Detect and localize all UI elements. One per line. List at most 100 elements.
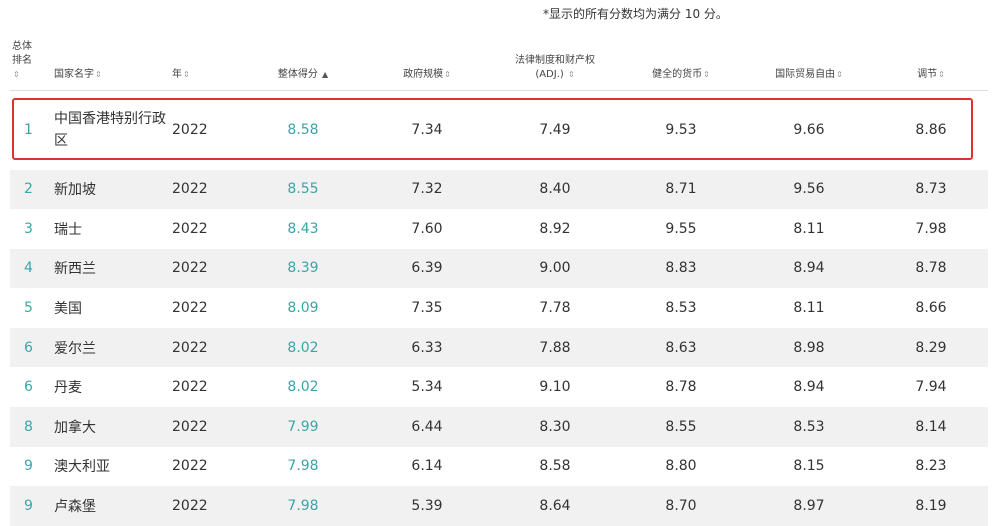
header-trade-freedom[interactable]: 国际贸易自由⇕ — [744, 34, 874, 91]
overall-score-cell: 8.02 — [287, 379, 319, 396]
header-year[interactable]: 年⇕ — [166, 34, 244, 91]
year-cell: 2022 — [166, 169, 244, 210]
year-cell: 2022 — [172, 458, 208, 475]
country-cell: 美国 — [54, 301, 82, 318]
regulation-cell: 8.66 — [915, 300, 947, 317]
legal-system-cell: 7.49 — [539, 122, 571, 138]
header-name[interactable]: 国家名字⇕ — [48, 34, 166, 91]
sound-money-cell: 9.53 — [665, 122, 697, 138]
regulation-cell: 8.14 — [874, 407, 988, 447]
rank-cell: 8 — [10, 407, 48, 447]
trade-freedom-cell: 8.98 — [744, 327, 874, 368]
header-rank[interactable]: 总体 排名 ⇕ — [10, 34, 48, 91]
country-cell: 中国香港特别行政区 — [54, 111, 166, 149]
header-legal-system[interactable]: 法律制度和财产权 (ADJ.) ⇕ — [492, 34, 618, 91]
sort-icon: ⇕ — [567, 69, 575, 79]
header-sound-money[interactable]: 健全的货币⇕ — [618, 34, 744, 91]
sort-icon: ⇕ — [13, 69, 20, 79]
legal-system-cell: 8.58 — [539, 458, 571, 475]
country-cell: 爱尔兰 — [48, 327, 166, 368]
regulation-cell: 8.23 — [915, 458, 947, 475]
table-row[interactable]: 6 丹麦 2022 8.02 5.34 9.10 8.78 8.94 7.94 — [10, 367, 988, 407]
sound-money-cell: 8.53 — [665, 300, 697, 317]
table-row[interactable]: 9 卢森堡 2022 7.98 5.39 8.64 8.70 8.97 8.19 — [10, 486, 988, 526]
table-row[interactable]: 6 爱尔兰 2022 8.02 6.33 7.88 8.63 8.98 8.29 — [10, 327, 988, 368]
legal-system-cell: 7.78 — [539, 300, 571, 317]
gov-size-cell: 7.35 — [411, 300, 443, 317]
table-row[interactable]: 3 瑞士 2022 8.43 7.60 8.92 9.55 8.11 7.98 — [10, 209, 988, 249]
header-gov-size[interactable]: 政府规模⇕ — [362, 34, 492, 91]
rank-cell: 6 — [10, 327, 48, 368]
overall-score-cell: 8.39 — [244, 248, 362, 289]
regulation-cell: 8.86 — [915, 122, 947, 138]
rank-cell: 3 — [24, 220, 33, 237]
sort-icon: ⇕ — [836, 69, 843, 79]
table-row[interactable]: 5 美国 2022 8.09 7.35 7.78 8.53 8.11 8.66 — [10, 288, 988, 328]
overall-score-cell: 7.99 — [244, 407, 362, 447]
gov-size-cell: 7.32 — [362, 169, 492, 210]
overall-score-cell: 8.02 — [244, 327, 362, 368]
overall-score-cell: 8.09 — [287, 300, 319, 317]
sound-money-cell: 8.83 — [618, 248, 744, 289]
sound-money-cell: 8.70 — [618, 486, 744, 526]
country-cell: 丹麦 — [54, 380, 82, 397]
sound-money-cell: 9.55 — [665, 220, 697, 237]
gov-size-cell: 6.44 — [362, 407, 492, 447]
regulation-cell: 7.94 — [915, 379, 947, 396]
sort-icon: ⇕ — [444, 69, 451, 79]
legal-system-cell: 8.30 — [492, 407, 618, 447]
overall-score-cell: 8.58 — [287, 122, 319, 138]
year-cell: 2022 — [172, 300, 208, 317]
country-cell: 澳大利亚 — [54, 459, 110, 476]
sort-icon: ⇕ — [938, 69, 945, 79]
gov-size-cell: 7.34 — [411, 122, 443, 138]
overall-score-cell: 7.98 — [287, 458, 319, 475]
table-row[interactable]: 4 新西兰 2022 8.39 6.39 9.00 8.83 8.94 8.78 — [10, 248, 988, 289]
overall-score-cell: 7.98 — [244, 486, 362, 526]
regulation-cell: 8.19 — [874, 486, 988, 526]
year-cell: 2022 — [166, 486, 244, 526]
rank-cell: 9 — [10, 486, 48, 526]
sound-money-cell: 8.55 — [618, 407, 744, 447]
freedom-ranking-table: 总体 排名 ⇕ 国家名字⇕ 年⇕ 整体得分 ▲ 政府规模⇕ 法律制度和财产权 (… — [10, 34, 988, 526]
header-rank-line1: 总体 — [12, 40, 32, 52]
country-cell: 新加坡 — [48, 169, 166, 210]
trade-freedom-cell: 8.11 — [793, 300, 825, 317]
regulation-cell: 8.78 — [874, 248, 988, 289]
overall-score-cell: 8.43 — [287, 220, 319, 237]
legal-system-cell: 9.10 — [539, 379, 571, 396]
table-row[interactable]: 9 澳大利亚 2022 7.98 6.14 8.58 8.80 8.15 8.2… — [10, 447, 988, 487]
header-regulation[interactable]: 调节⇕ — [874, 34, 988, 91]
regulation-cell: 8.73 — [874, 169, 988, 210]
sound-money-cell: 8.71 — [618, 169, 744, 210]
year-cell: 2022 — [172, 122, 208, 138]
year-cell: 2022 — [166, 327, 244, 368]
legal-system-cell: 7.88 — [492, 327, 618, 368]
trade-freedom-cell: 8.15 — [793, 458, 825, 475]
trade-freedom-cell: 8.53 — [744, 407, 874, 447]
legal-system-cell: 8.92 — [539, 220, 571, 237]
table-row[interactable]: 8 加拿大 2022 7.99 6.44 8.30 8.55 8.53 8.14 — [10, 407, 988, 447]
header-overall[interactable]: 整体得分 ▲ — [244, 34, 362, 91]
trade-freedom-cell: 8.94 — [744, 248, 874, 289]
country-cell: 新西兰 — [48, 248, 166, 289]
scores-footnote: *显示的所有分数均为满分 10 分。 — [543, 7, 728, 21]
gov-size-cell: 6.33 — [362, 327, 492, 368]
year-cell: 2022 — [166, 407, 244, 447]
year-cell: 2022 — [172, 220, 208, 237]
trade-freedom-cell: 9.56 — [744, 169, 874, 210]
regulation-cell: 8.29 — [874, 327, 988, 368]
country-cell: 卢森堡 — [48, 486, 166, 526]
year-cell: 2022 — [172, 379, 208, 396]
sound-money-cell: 8.80 — [665, 458, 697, 475]
rank-cell: 1 — [24, 122, 33, 138]
sound-money-cell: 8.63 — [618, 327, 744, 368]
sort-icon: ⇕ — [703, 69, 710, 79]
gov-size-cell: 7.60 — [411, 220, 443, 237]
legal-system-cell: 9.00 — [492, 248, 618, 289]
trade-freedom-cell: 8.94 — [793, 379, 825, 396]
table-row[interactable]: 1 中国香港特别行政区 2022 8.58 7.34 7.49 9.53 9.6… — [10, 90, 988, 170]
table-row[interactable]: 2 新加坡 2022 8.55 7.32 8.40 8.71 9.56 8.73 — [10, 169, 988, 210]
sort-ascending-icon: ▲ — [322, 69, 329, 79]
trade-freedom-cell: 8.97 — [744, 486, 874, 526]
